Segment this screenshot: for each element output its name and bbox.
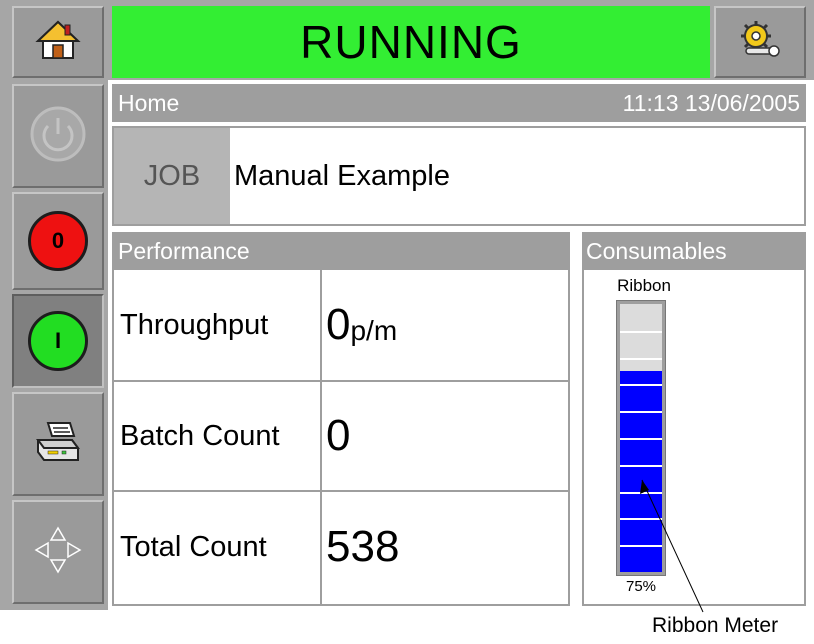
- ribbon-meter-tick: [620, 411, 662, 413]
- status-label: RUNNING: [300, 16, 522, 68]
- ribbon-meter-tick: [620, 465, 662, 467]
- batch-count-label: Batch Count: [120, 419, 280, 452]
- navigate-button[interactable]: [12, 500, 104, 604]
- performance-title-bar: Performance: [112, 232, 570, 270]
- batch-count-value: 0: [326, 411, 351, 460]
- print-button[interactable]: [12, 392, 104, 496]
- stop-indicator: 0: [28, 211, 88, 271]
- power-button[interactable]: [12, 84, 104, 188]
- page-header-bar: Home 11:13 13/06/2005: [112, 84, 806, 122]
- performance-panel: Throughput 0 p/m Batch Count 0 Total Cou…: [112, 270, 570, 606]
- navigate-icon: [28, 520, 88, 585]
- home-icon: [35, 19, 81, 66]
- throughput-value: 0: [326, 300, 351, 349]
- throughput-label: Throughput: [120, 308, 269, 341]
- ribbon-meter-tick: [620, 358, 662, 360]
- consumables-title-bar: Consumables: [582, 232, 806, 270]
- ribbon-meter-tick: [620, 331, 662, 333]
- print-icon: [34, 420, 82, 469]
- annotation-label: Ribbon Meter: [652, 614, 779, 637]
- machine-status-banner: RUNNING: [112, 6, 710, 78]
- throughput-unit: p/m: [350, 315, 398, 346]
- home-button[interactable]: [12, 6, 104, 78]
- total-count-value: 538: [326, 522, 400, 571]
- settings-icon: [738, 20, 782, 65]
- job-label: JOB: [114, 128, 230, 224]
- power-icon: [28, 104, 88, 169]
- ribbon-label: Ribbon: [617, 276, 671, 295]
- ribbon-meter-tick: [620, 438, 662, 440]
- job-panel[interactable]: JOB Manual Example: [112, 126, 806, 226]
- page-title: Home: [118, 89, 180, 116]
- settings-button[interactable]: [714, 6, 806, 78]
- datetime-display: 11:13 13/06/2005: [622, 89, 800, 116]
- total-count-label: Total Count: [120, 530, 267, 563]
- throughput-value-group: 0 p/m: [326, 270, 397, 380]
- column-divider: [320, 270, 322, 604]
- consumables-title: Consumables: [586, 237, 727, 264]
- start-indicator: I: [28, 311, 88, 371]
- start-label: I: [54, 328, 62, 353]
- ribbon-meter-tick: [620, 384, 662, 386]
- stop-label: 0: [51, 228, 65, 253]
- stop-button[interactable]: 0: [12, 192, 104, 290]
- performance-title: Performance: [118, 237, 250, 264]
- start-button[interactable]: I: [12, 294, 104, 388]
- annotation-leader-line: [640, 479, 704, 613]
- job-name: Manual Example: [234, 159, 450, 192]
